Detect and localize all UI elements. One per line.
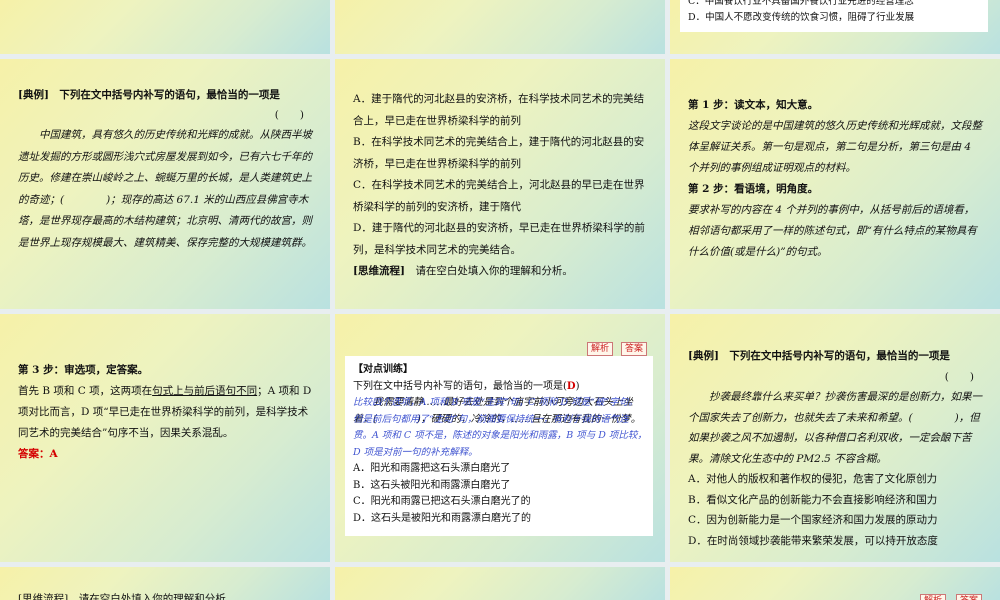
- practice-option-d: D．这石头是被阳光和雨露漂白磨光了的: [353, 512, 532, 524]
- bottom-answer-button[interactable]: 答案: [956, 594, 983, 600]
- slide-example-2: [典例] 下列在文中括号内补写的语句，最恰当的一项是 ( ) 抄袭最终靠什么来买…: [670, 314, 1000, 562]
- practice-question: 下列在文中括号内补写的语句，最恰当的一项是(D): [353, 379, 647, 396]
- example-title: [典例] 下列在文中括号内补写的语句，最恰当的一项是: [18, 85, 314, 105]
- practice-card: 【对点训练】 下列在文中括号内补写的语句，最恰当的一项是(D) 我需要清静……最…: [345, 356, 653, 536]
- example2-option-c: C．因为创新能力是一个国家经济和国力发展的原动力: [688, 514, 938, 526]
- example2-option-b: B．看似文化产品的创新能力不会直接影响经济和国力: [688, 493, 938, 506]
- option-c: C．在科学技术同艺术的完美结合上，河北赵县的早已走在世界桥梁科学的前列的安济桥，…: [353, 179, 645, 213]
- option-d: D．建于隋代的河北赵县的安济桥，早已走在世界桥梁科学的前列，是科学技术同艺术的完…: [353, 222, 645, 256]
- option-b: B．在科学技术同艺术的完美结合上，建于隋代的河北赵县的安济桥，早已走在世界桥梁科…: [353, 136, 645, 170]
- answer-button[interactable]: 答案: [621, 342, 648, 356]
- flow-label: [思维流程]: [353, 265, 405, 277]
- slide-steps-2: 第 3 步：审选项，定答案。 首先 B 项和 C 项，这两项在句式上与前后语句不…: [0, 314, 330, 562]
- slide-practice: 解析 答案 【对点训练】 下列在文中括号内补写的语句，最恰当的一项是(D) 我需…: [335, 314, 665, 562]
- example2-option-d: D．在时尚领域抄袭能带来繁荣发展，可以持开放态度: [688, 534, 938, 547]
- example2-option-a: A．对他人的版权和著作权的侵犯，危害了文化原创力: [688, 473, 938, 485]
- practice-overlay: 我需要清静……最好去处是到个庙宇前小河旁边大石头上坐着，( )，硬硬的，冷冷的，…: [353, 395, 647, 461]
- slide-bottom-left: [思维流程] 请在空白处填入你的理解和分析。: [0, 567, 330, 600]
- step2-title: 第 2 步：看语境，明角度。: [688, 183, 819, 195]
- slide-options-1: A．建于隋代的河北赵县的安济桥，在科学技术同艺术的完美结合上，早已走在世界桥梁科…: [335, 59, 665, 309]
- step3-text-a: 首先 B 项和 C 项，这两项在: [18, 385, 153, 397]
- example-passage: 中国建筑，具有悠久的历史传统和光辉的成就。从陕西半坡遗址发掘的方形或圆形浅穴式房…: [18, 129, 312, 249]
- step1-text: 这段文字谈论的是中国建筑的悠久历史传统和光辉成就，文段整体呈解证关系。第一句是观…: [688, 120, 982, 174]
- answer-blank: ( ): [274, 109, 304, 121]
- flow-prompt: [思维流程] 请在空白处填入你的理解和分析。: [353, 261, 649, 283]
- answer-text: 答案：A: [18, 448, 58, 460]
- example2-blank: ( ): [944, 370, 974, 383]
- flow-text: 请在空白处填入你的理解和分析。: [415, 265, 573, 277]
- example-title-text: [典例] 下列在文中括号内补写的语句，最恰当的一项是: [18, 89, 280, 101]
- step3-text: 首先 B 项和 C 项，这两项在句式上与前后语句不同；A 项和 D 项对比而言，…: [18, 381, 314, 444]
- practice-question-text: 下列在文中括号内补写的语句，最恰当的一项是(: [353, 380, 567, 392]
- option-a: A．建于隋代的河北赵县的安济桥，在科学技术同艺术的完美结合上，早已走在世界桥梁科…: [353, 93, 645, 127]
- slide-top-middle: [335, 0, 665, 54]
- slide-example-1: [典例] 下列在文中括号内补写的语句，最恰当的一项是 ( ) 中国建筑，具有悠久…: [0, 59, 330, 309]
- analysis-button[interactable]: 解析: [587, 342, 614, 356]
- slide-bottom-right: 解析 答案: [670, 567, 1000, 600]
- step3-underlined: 句式上与前后语句不同: [152, 385, 258, 397]
- slide-bottom-middle: [335, 567, 665, 600]
- practice-option-b: B．这石头被阳光和雨露漂白磨光了: [353, 479, 511, 491]
- step2-text: 要求补写的内容在 4 个并列的事例中，从括号前后的语境看，相邻语句都采用了一样的…: [688, 204, 977, 258]
- practice-option-a: A．阳光和雨露把这石头漂白磨光了: [353, 463, 511, 474]
- option-c: C．中国餐饮行业不具备国外餐饮行业先进的经营理念: [688, 0, 914, 7]
- example2-passage: 抄袭最终靠什么来买单？抄袭伤害最深的是创新力，如果一个国家失去了创新力，也就失去…: [688, 391, 982, 465]
- option-d: D．中国人不愿改变传统的饮食习惯，阻碍了行业发展: [688, 12, 915, 23]
- bottom-flow-prompt: [思维流程] 请在空白处填入你的理解和分析。: [18, 593, 237, 600]
- step1-title: 第 1 步：读文本，知大意。: [688, 99, 819, 111]
- slide-steps-1: 第 1 步：读文本，知大意。 这段文字谈论的是中国建筑的悠久历史传统和光辉成就，…: [670, 59, 1000, 309]
- practice-question-end: ): [575, 380, 580, 392]
- practice-heading: 【对点训练】: [353, 364, 413, 375]
- example2-title-text: [典例] 下列在文中括号内补写的语句，最恰当的一项是: [688, 350, 950, 362]
- step3-title: 第 3 步：审选项，定答案。: [18, 364, 149, 376]
- bottom-analysis-button[interactable]: 解析: [920, 594, 947, 600]
- practice-analysis: 比较四个选项，A 项和 B 项是“主宾”句；C 项和 D 项是“被”字句。但是前…: [353, 397, 647, 458]
- options-card: C．中国餐饮行业不具备国外餐饮行业先进的经营理念 D．中国人不愿改变传统的饮食习…: [680, 0, 988, 32]
- slide-top-right: C．中国餐饮行业不具备国外餐饮行业先进的经营理念 D．中国人不愿改变传统的饮食习…: [670, 0, 1000, 54]
- practice-answer-letter: D: [566, 380, 576, 392]
- practice-option-c: C．阳光和雨露已把这石头漂白磨光了的: [353, 496, 531, 507]
- example2-title: [典例] 下列在文中括号内补写的语句，最恰当的一项是: [688, 346, 984, 367]
- slide-top-left: [0, 0, 330, 54]
